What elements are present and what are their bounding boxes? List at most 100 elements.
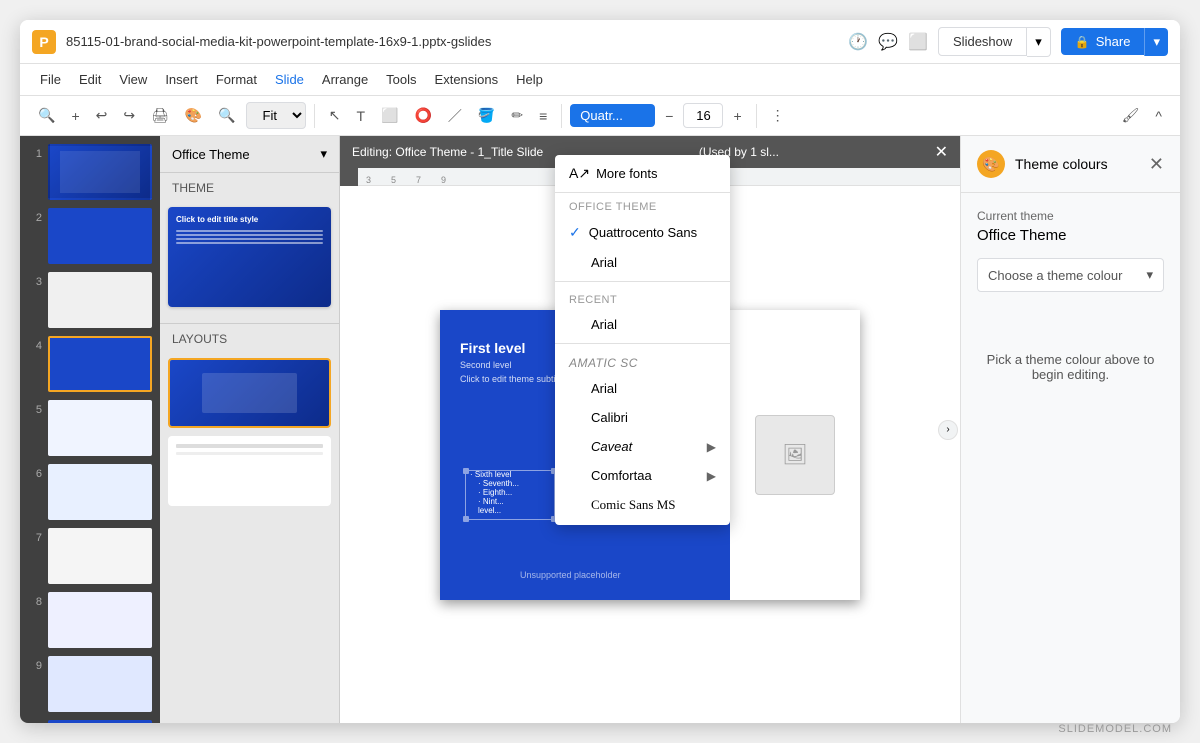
close-editing-button[interactable]: ✕ <box>935 142 948 162</box>
shapes-button[interactable]: ⬜ <box>375 103 404 128</box>
theme-colour-dropdown[interactable]: Choose a theme colour ▾ <box>977 258 1164 292</box>
slideshow-button[interactable]: Slideshow <box>938 27 1027 56</box>
right-panel-title: Theme colours <box>1015 156 1149 172</box>
slide-thumb-4[interactable]: 4 <box>28 336 152 392</box>
slide-thumb-10[interactable]: 10 <box>28 720 152 723</box>
menu-format[interactable]: Format <box>208 68 265 91</box>
font-item-arial-office[interactable]: Arial <box>555 248 730 277</box>
more-options-button[interactable]: ⋮ <box>765 103 791 128</box>
document-title: 85115-01-brand-social-media-kit-powerpoi… <box>66 34 838 49</box>
menu-tools[interactable]: Tools <box>378 68 424 91</box>
app-logo: P <box>32 30 56 54</box>
slide-number-10: 10 <box>28 720 42 723</box>
recent-section-label: RECENT <box>555 286 730 310</box>
slide-thumb-2[interactable]: 2 <box>28 208 152 264</box>
print-button[interactable]: 🖨 <box>145 103 175 128</box>
font-item-caveat[interactable]: Caveat ▶ <box>555 432 730 461</box>
slide-preview-8[interactable] <box>48 592 152 648</box>
search-button[interactable]: 🔍 <box>32 103 61 128</box>
redo-button[interactable]: ↪ <box>117 103 141 128</box>
layouts-section-label: LAYOUTS <box>160 324 339 350</box>
font-item-comic-sans[interactable]: Comic Sans MS <box>555 490 730 520</box>
close-panel-button[interactable]: ✕ <box>1149 154 1164 175</box>
font-size-input[interactable] <box>683 103 723 128</box>
font-item-arial[interactable]: Arial <box>555 374 730 403</box>
slide-number-3: 3 <box>28 272 42 288</box>
share-label: Share <box>1096 34 1131 49</box>
history-icon[interactable]: 🕐 <box>848 32 868 52</box>
theme-slide-line-3 <box>176 238 323 240</box>
align-button[interactable]: ≡ <box>533 104 553 128</box>
slide-thumb-8[interactable]: 8 <box>28 592 152 648</box>
menu-bar: File Edit View Insert Format Slide Arran… <box>20 64 1180 96</box>
oval-button[interactable]: ⭕ <box>408 103 437 128</box>
slide-number-1: 1 <box>28 144 42 160</box>
zoom-in-button[interactable]: + <box>65 104 85 128</box>
menu-help[interactable]: Help <box>508 68 551 91</box>
screen-icon[interactable]: ⬜ <box>908 32 928 52</box>
slide-number-4: 4 <box>28 336 42 352</box>
slideshow-dropdown[interactable]: ▾ <box>1027 27 1051 57</box>
font-selector[interactable]: Quatr... <box>570 104 655 127</box>
slide-preview-4[interactable] <box>48 336 152 392</box>
layout-thumb-selected[interactable] <box>168 358 331 428</box>
pen-button[interactable]: ✏ <box>505 103 529 128</box>
share-button[interactable]: 🔒 Share <box>1061 28 1145 55</box>
menu-arrange[interactable]: Arrange <box>314 68 376 91</box>
editing-title: Editing: Office Theme - 1_Title Slide <box>352 145 543 159</box>
font-item-calibri[interactable]: Calibri <box>555 403 730 432</box>
menu-file[interactable]: File <box>32 68 69 91</box>
slide-thumb-7[interactable]: 7 <box>28 528 152 584</box>
paint-format-button[interactable]: 🎨 <box>179 103 208 128</box>
font-dropdown-scroll[interactable]: A↗ More fonts OFFICE THEME ✓ Quattrocent… <box>555 155 730 525</box>
zoom-button[interactable]: 🔍 <box>212 103 241 128</box>
slide-thumb-1[interactable]: 1 <box>28 144 152 200</box>
slide-thumb-3[interactable]: 3 <box>28 272 152 328</box>
menu-slide[interactable]: Slide <box>267 68 312 91</box>
menu-view[interactable]: View <box>111 68 155 91</box>
slide-thumb-6[interactable]: 6 <box>28 464 152 520</box>
zoom-selector[interactable]: Fit <box>246 102 306 129</box>
menu-insert[interactable]: Insert <box>157 68 206 91</box>
slide-preview-6[interactable] <box>48 464 152 520</box>
menu-extensions[interactable]: Extensions <box>427 68 507 91</box>
menu-edit[interactable]: Edit <box>71 68 109 91</box>
text-button[interactable]: T <box>350 104 371 128</box>
slide-number-2: 2 <box>28 208 42 224</box>
theme-panel-title: Office Theme <box>172 147 250 162</box>
more-fonts-item[interactable]: A↗ More fonts <box>555 155 730 193</box>
line-button[interactable]: ／ <box>442 102 468 130</box>
font-item-courier[interactable]: Courier New <box>555 520 730 525</box>
slide-preview-7[interactable] <box>48 528 152 584</box>
slide-preview-1[interactable] <box>48 144 152 200</box>
slide-preview-10[interactable] <box>48 720 152 723</box>
font-size-increase[interactable]: + <box>727 104 747 128</box>
font-size-decrease[interactable]: − <box>659 104 679 128</box>
slide-thumb-5[interactable]: 5 <box>28 400 152 456</box>
theme-slide-line-4 <box>176 242 323 244</box>
theme-panel-arrow[interactable]: ▾ <box>320 146 327 162</box>
slide-preview-2[interactable] <box>48 208 152 264</box>
slide-preview-9[interactable] <box>48 656 152 712</box>
cursor-button[interactable]: ↖ <box>323 103 347 128</box>
slide-preview-5[interactable] <box>48 400 152 456</box>
font-item-quattrocento[interactable]: ✓ Quattrocento Sans <box>555 217 730 248</box>
layout-thumb-2[interactable] <box>168 436 331 506</box>
font-caveat-label: Caveat <box>591 439 632 454</box>
layout-thumb-inner-2 <box>170 438 329 504</box>
theme-slide-line-1 <box>176 230 323 232</box>
font-item-arial-recent[interactable]: Arial <box>555 310 730 339</box>
comfortaa-submenu-arrow: ▶ <box>707 469 716 483</box>
comment-icon[interactable]: 💬 <box>878 32 898 52</box>
paint-bucket-button[interactable]: 🪣 <box>472 103 501 128</box>
slide-preview-3[interactable] <box>48 272 152 328</box>
paint-theme-button[interactable]: 🖌 <box>1116 103 1146 128</box>
share-dropdown[interactable]: ▾ <box>1144 28 1168 56</box>
undo-button[interactable]: ↩ <box>90 103 114 128</box>
slide-thumb-9[interactable]: 9 <box>28 656 152 712</box>
font-item-comfortaa[interactable]: Comfortaa ▶ <box>555 461 730 490</box>
chevron-up-button[interactable]: ^ <box>1149 104 1168 128</box>
slide-number-9: 9 <box>28 656 42 672</box>
collapse-button[interactable]: › <box>938 420 958 440</box>
pick-theme-text: Pick a theme colour above to begin editi… <box>977 352 1164 382</box>
